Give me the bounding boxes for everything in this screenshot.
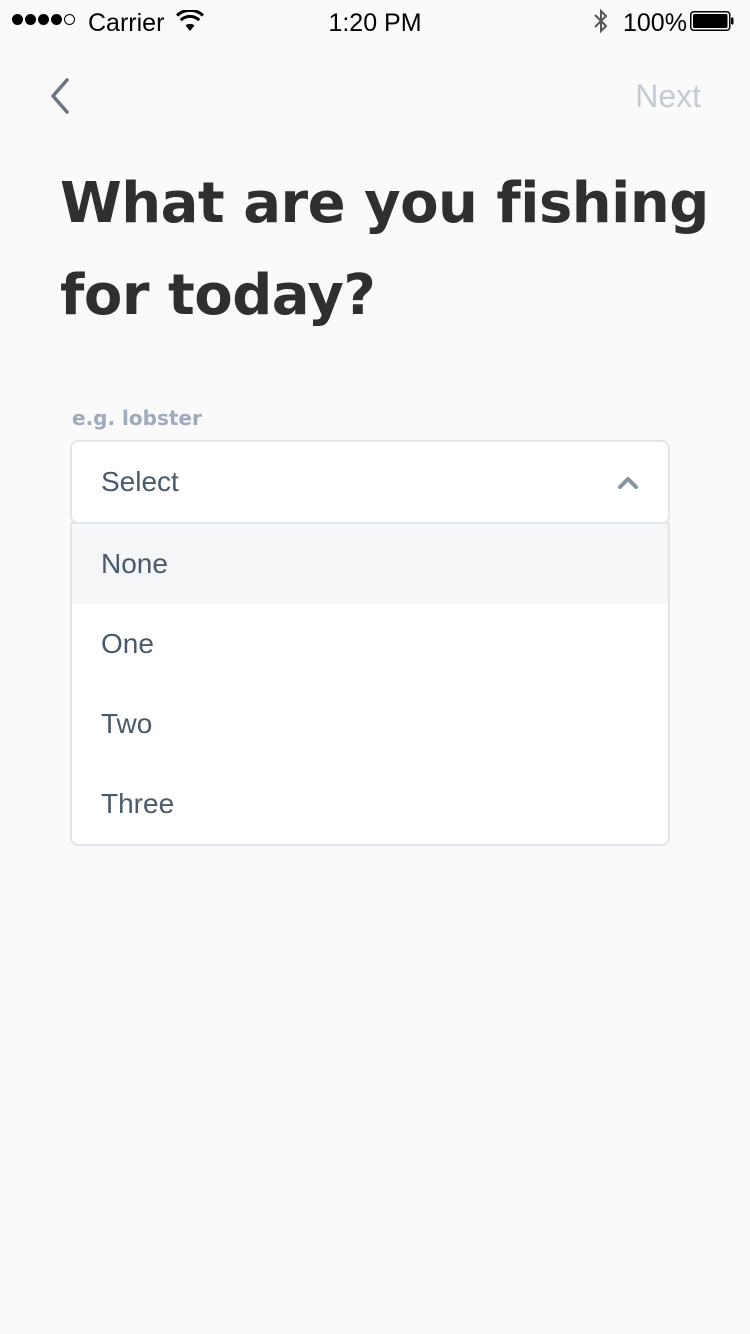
dropdown-menu: None One Two Three — [70, 522, 670, 846]
screen: Carrier 1:20 PM 100% Next What are you f… — [0, 0, 750, 1334]
select-value: Select — [101, 466, 179, 497]
chevron-up-icon — [618, 477, 638, 489]
option-three[interactable]: Three — [72, 764, 668, 844]
page-title: What are you fishing for today? — [60, 171, 709, 328]
status-bar: Carrier 1:20 PM 100% — [0, 0, 750, 40]
option-two[interactable]: Two — [72, 684, 668, 764]
field-label: e.g. lobster — [72, 406, 202, 430]
battery-percent: 100% — [623, 9, 687, 37]
back-button[interactable] — [36, 72, 84, 120]
next-button[interactable]: Next — [635, 76, 701, 116]
bluetooth-icon — [594, 8, 608, 34]
option-none[interactable]: None — [72, 524, 668, 604]
battery-icon — [690, 11, 734, 31]
species-select[interactable]: Select — [70, 440, 670, 524]
option-one[interactable]: One — [72, 604, 668, 684]
chevron-left-icon — [51, 78, 69, 114]
